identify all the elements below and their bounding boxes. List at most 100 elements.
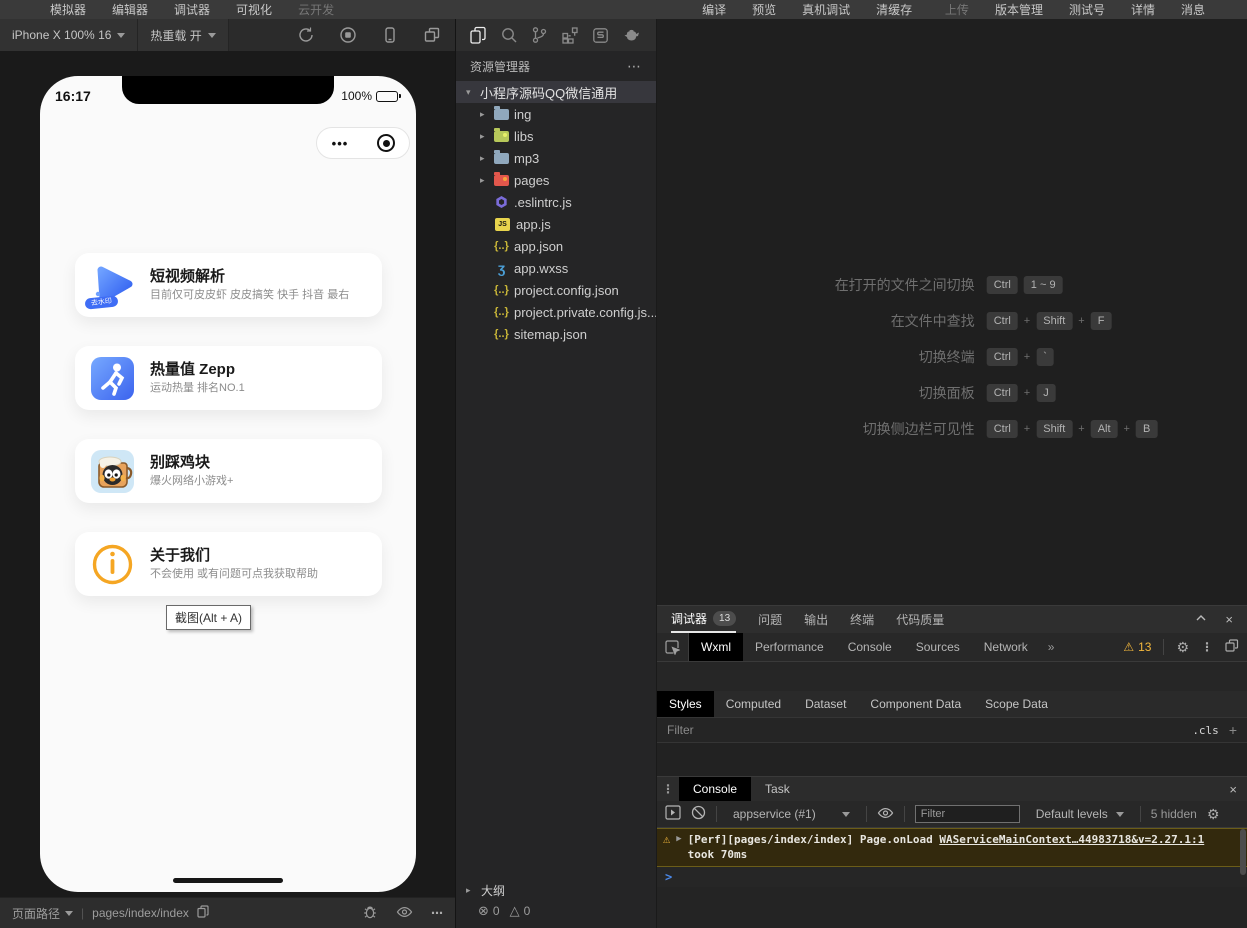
devtools-tab-bar: Wxml Performance Console Sources Network…: [657, 633, 1247, 662]
tree-file-appjson[interactable]: {..} app.json: [456, 235, 656, 257]
search-icon[interactable]: [500, 26, 518, 44]
visibility-button[interactable]: [396, 904, 413, 923]
console-tab[interactable]: Console: [679, 777, 752, 801]
console-prompt[interactable]: >: [657, 867, 1247, 887]
devtools-settings-button[interactable]: ⚙: [1176, 639, 1189, 656]
tree-root-project[interactable]: ▾ 小程序源码QQ微信通用: [456, 81, 656, 103]
task-tab[interactable]: Task: [751, 777, 804, 801]
menu-editor[interactable]: 编辑器: [112, 1, 148, 18]
tree-file-projectconfig[interactable]: {..} project.config.json: [456, 279, 656, 301]
page-path-selector[interactable]: 页面路径: [12, 905, 74, 922]
eval-context-icon[interactable]: [665, 805, 681, 823]
more-options-button[interactable]: ⋯: [431, 906, 443, 920]
devtab-console[interactable]: Console: [836, 633, 904, 661]
chevron-down-icon: ▾: [466, 86, 471, 97]
devtab-wxml[interactable]: Wxml: [689, 633, 743, 661]
multi-window-button[interactable]: [423, 26, 441, 44]
menu-compile[interactable]: 编译: [702, 1, 726, 18]
warning-counter[interactable]: ⚠ 13: [1123, 640, 1151, 654]
hot-reload-toggle[interactable]: 热重载 开: [138, 19, 229, 51]
tree-folder-mp3[interactable]: ▸ mp3: [456, 147, 656, 169]
tab-output[interactable]: 输出: [804, 606, 828, 633]
explorer-more-button[interactable]: ⋯: [627, 58, 642, 75]
tab-problems[interactable]: 问题: [758, 606, 782, 633]
phone-view-button[interactable]: [381, 26, 399, 44]
scrollbar-thumb[interactable]: [1240, 829, 1246, 875]
devtab-network[interactable]: Network: [972, 633, 1040, 661]
clear-console-button[interactable]: [691, 805, 706, 823]
context-selector[interactable]: appservice (#1): [727, 807, 856, 821]
card-about[interactable]: 关于我们 不会使用 或有问题可点我获取帮助: [75, 532, 382, 596]
menu-debugger[interactable]: 调试器: [174, 1, 210, 18]
rotate-device-button[interactable]: [297, 26, 315, 44]
styles-tab[interactable]: Styles: [657, 691, 714, 717]
mock-teapot-icon[interactable]: [622, 28, 641, 43]
tree-folder-pages[interactable]: ▸ pages: [456, 169, 656, 191]
close-drawer-button[interactable]: ×: [1229, 782, 1247, 797]
menu-test-account[interactable]: 测试号: [1069, 1, 1105, 18]
undock-button[interactable]: [1225, 639, 1239, 655]
tree-file-appjs[interactable]: JS app.js: [456, 213, 656, 235]
home-indicator: [173, 878, 283, 883]
tree-file-privateconfig[interactable]: {..} project.private.config.js...: [456, 301, 656, 323]
copy-path-button[interactable]: [197, 905, 209, 921]
log-text: [Perf][pages/index/index] Page.onLoad WA…: [688, 832, 1205, 862]
source-link[interactable]: WAServiceMainContext…44983718&v=2.27.1:1: [939, 833, 1204, 846]
computed-tab[interactable]: Computed: [714, 691, 793, 717]
card-zepp[interactable]: 热量值 Zepp 运动热量 排名NO.1: [75, 346, 382, 410]
files-icon[interactable]: [469, 26, 487, 45]
expand-arrow-icon[interactable]: ▶: [676, 832, 681, 862]
extensions-icon[interactable]: [561, 26, 579, 44]
more-tabs-button[interactable]: »: [1040, 640, 1063, 654]
key-cap: B: [1135, 419, 1158, 438]
menu-visualize[interactable]: 可视化: [236, 1, 272, 18]
menu-cloud-dev[interactable]: 云开发: [298, 1, 334, 18]
console-settings-button[interactable]: ⚙: [1207, 806, 1220, 823]
tree-file-appwxss[interactable]: ʒ app.wxss: [456, 257, 656, 279]
collapse-panel-button[interactable]: [1195, 612, 1207, 627]
debug-button[interactable]: [362, 904, 378, 923]
tree-folder-libs[interactable]: ▸ libs: [456, 125, 656, 147]
styles-content-area: [657, 743, 1247, 776]
cls-toggle-button[interactable]: .cls: [1192, 724, 1219, 737]
more-menu-button[interactable]: •••: [317, 136, 363, 151]
tab-code-quality[interactable]: 代码质量: [896, 606, 944, 633]
eye-watch-button[interactable]: [877, 805, 894, 824]
menu-upload[interactable]: 上传: [945, 1, 969, 18]
devtab-sources[interactable]: Sources: [904, 633, 972, 661]
menu-version-manage[interactable]: 版本管理: [995, 1, 1043, 18]
tree-folder-ing[interactable]: ▸ ing: [456, 103, 656, 125]
close-panel-button[interactable]: ×: [1225, 612, 1233, 627]
record-button[interactable]: [339, 26, 357, 44]
tree-file-sitemap[interactable]: {..} sitemap.json: [456, 323, 656, 345]
drawer-menu-button[interactable]: ⋮: [657, 782, 679, 796]
tree-file-eslintrc[interactable]: .eslintrc.js: [456, 191, 656, 213]
menu-details[interactable]: 详情: [1131, 1, 1155, 18]
styles-filter-input[interactable]: [667, 723, 1183, 737]
key-cap: Ctrl: [986, 275, 1018, 294]
git-branch-icon[interactable]: [531, 26, 548, 44]
console-filter-input[interactable]: [914, 805, 1020, 823]
menu-messages[interactable]: 消息: [1181, 1, 1205, 18]
close-minipgm-button[interactable]: [363, 134, 409, 152]
hidden-messages-count[interactable]: 5 hidden: [1151, 807, 1197, 821]
menu-clear-cache[interactable]: 清缓存: [876, 1, 912, 18]
tab-terminal[interactable]: 终端: [850, 606, 874, 633]
log-levels-selector[interactable]: Default levels: [1030, 807, 1130, 821]
device-selector[interactable]: iPhone X 100% 16: [0, 19, 139, 51]
menu-remote-debug[interactable]: 真机调试: [802, 1, 850, 18]
card-video-parse[interactable]: 去水印 短视频解析 目前仅可皮皮虾 皮皮搞笑 快手 抖音 最右: [75, 253, 382, 317]
menu-preview[interactable]: 预览: [752, 1, 776, 18]
new-style-rule-button[interactable]: +: [1229, 722, 1237, 738]
scope-data-tab[interactable]: Scope Data: [973, 691, 1060, 717]
static-server-icon[interactable]: [592, 27, 609, 44]
dataset-tab[interactable]: Dataset: [793, 691, 858, 717]
component-data-tab[interactable]: Component Data: [858, 691, 973, 717]
menu-simulator[interactable]: 模拟器: [50, 1, 86, 18]
outline-section[interactable]: ▸ 大纲: [456, 880, 656, 900]
card-chicken-game[interactable]: 别踩鸡块 爆火网络小游戏+: [75, 439, 382, 503]
tab-debugger[interactable]: 调试器 13: [671, 606, 737, 633]
inspect-element-button[interactable]: [657, 633, 689, 661]
devtab-performance[interactable]: Performance: [743, 633, 836, 661]
devtools-menu-button[interactable]: ⋮: [1201, 640, 1213, 654]
